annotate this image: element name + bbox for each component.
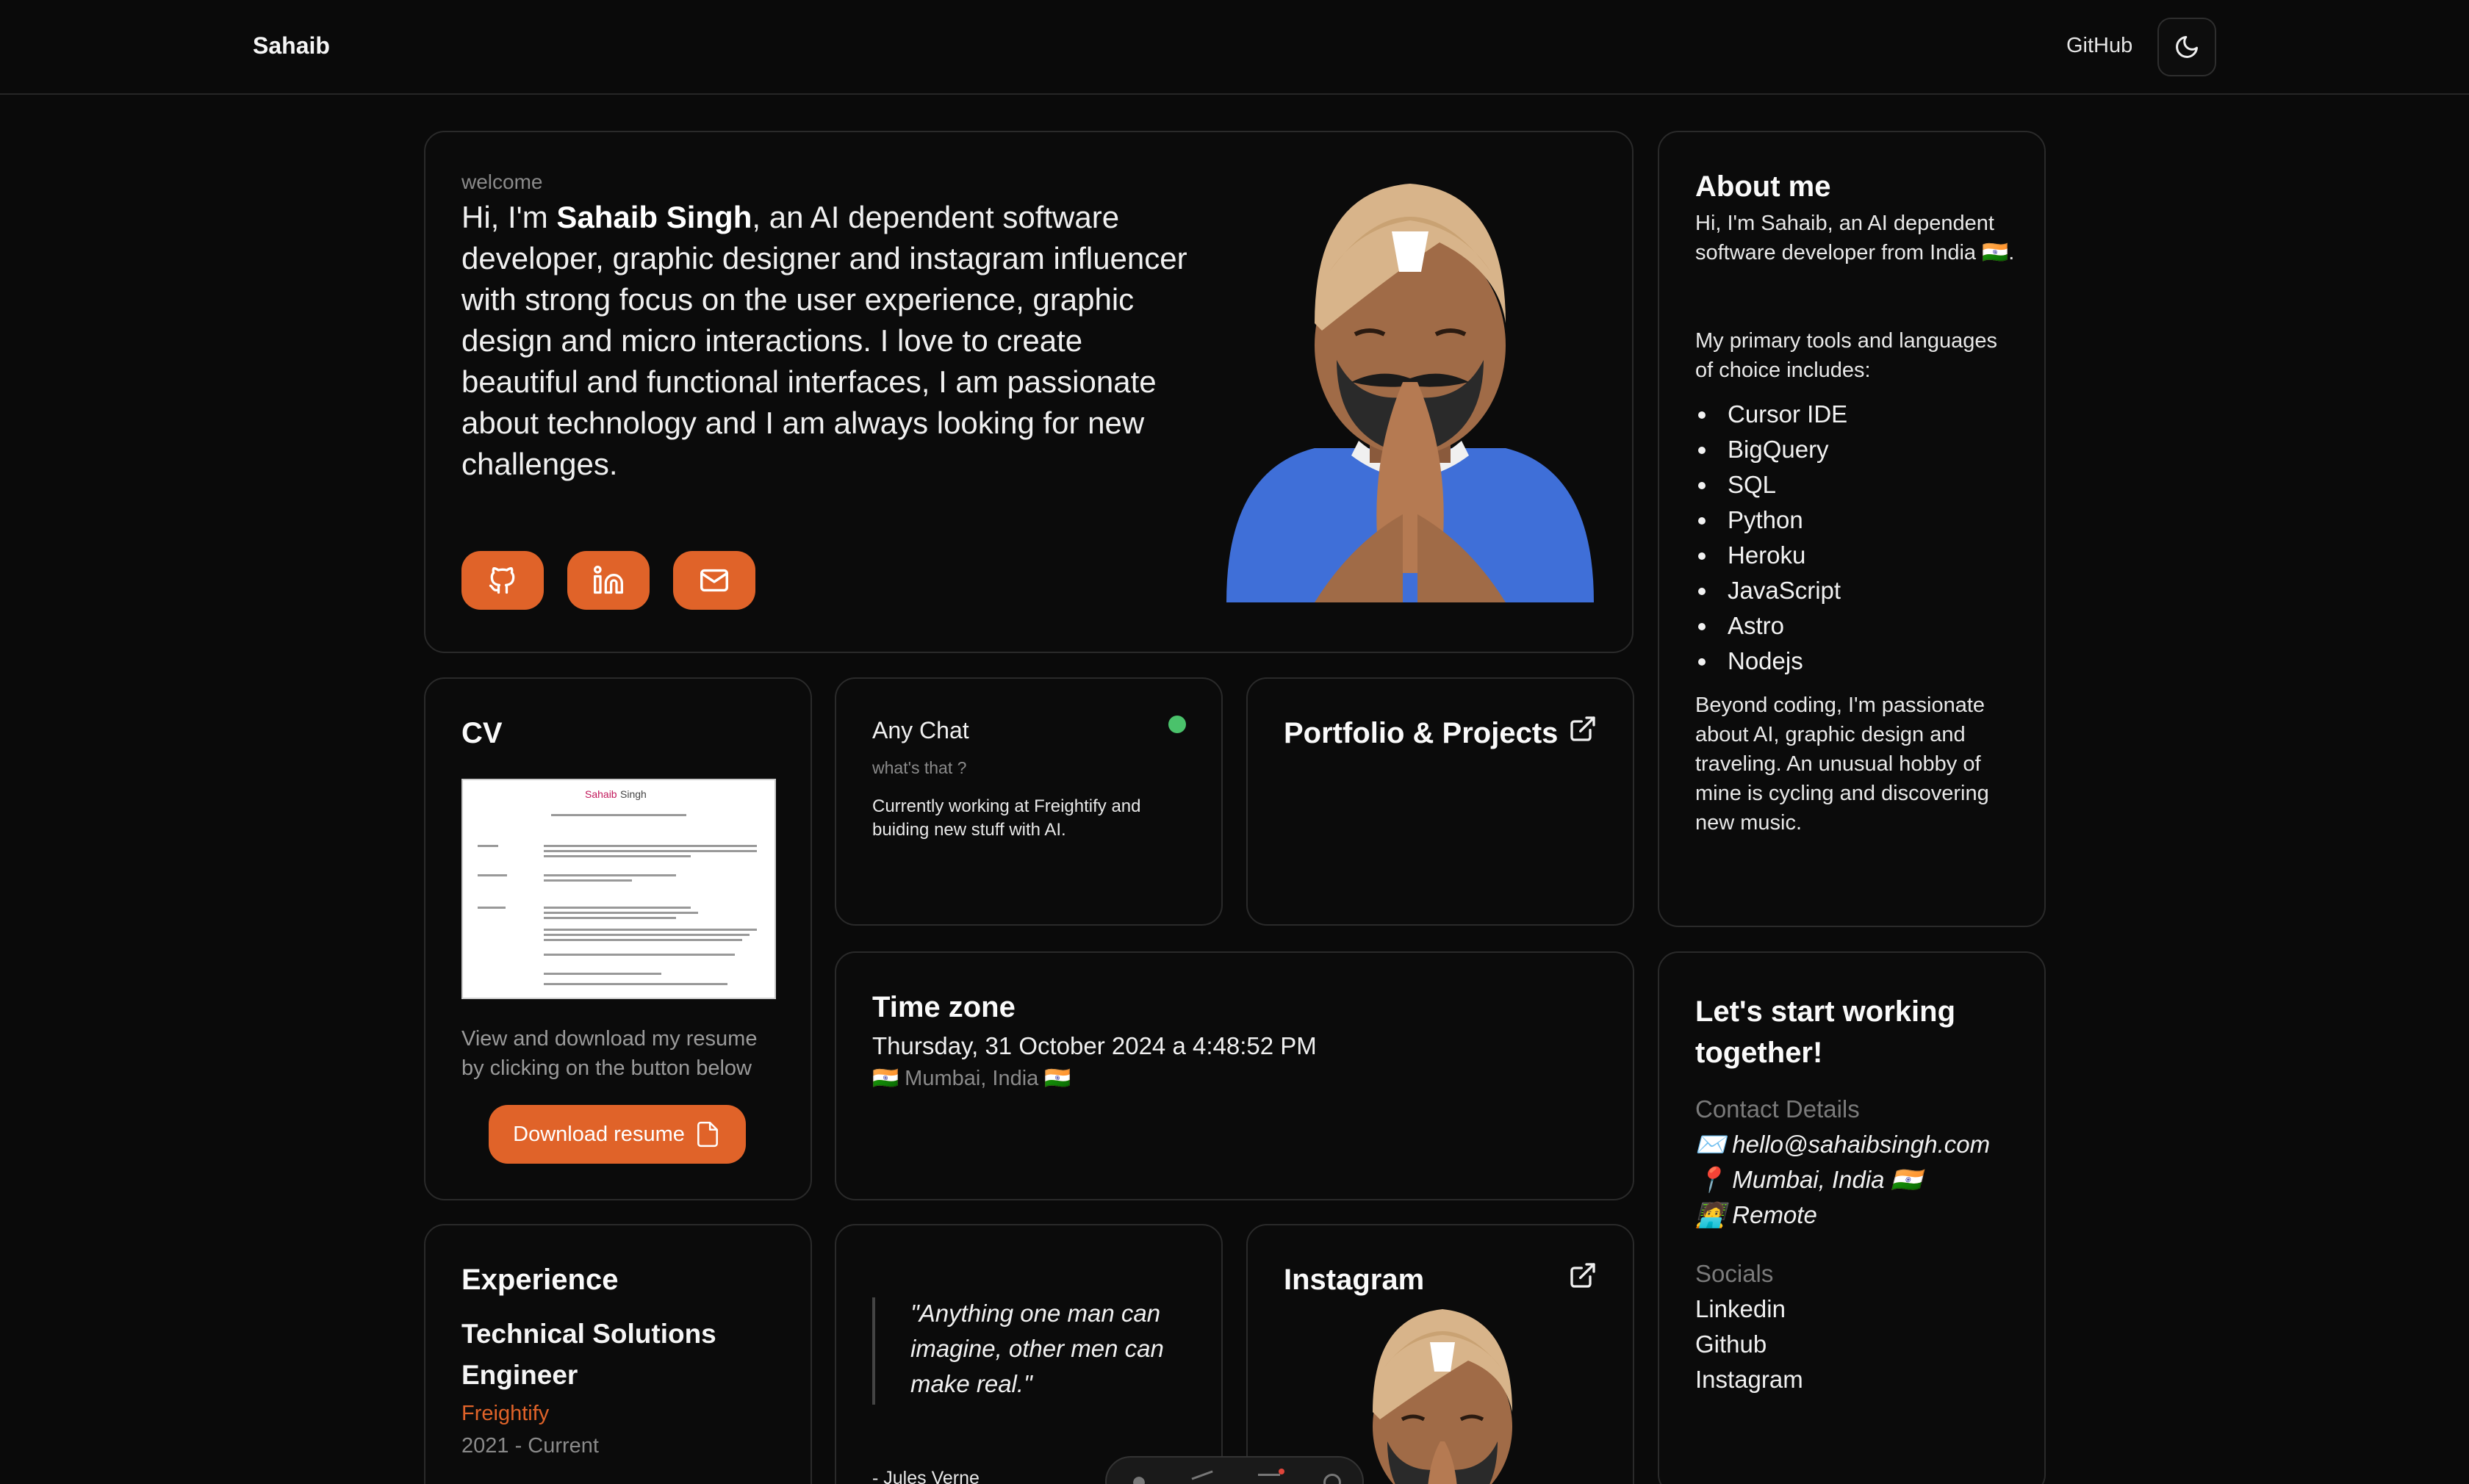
- moon-icon: [2176, 36, 2198, 58]
- contact-location: 📍 Mumbai, India 🇮🇳: [1695, 1166, 1922, 1193]
- cv-description: View and download my resume by clicking …: [461, 1027, 758, 1080]
- toolbar-tool-icon[interactable]: [1128, 1474, 1151, 1484]
- portfolio-title: Portfolio & Projects: [1284, 717, 1559, 749]
- about-card: About me Hi, I'm Sahaib, an AI dependent…: [1658, 131, 2046, 927]
- intro-prefix: Hi, I'm: [461, 200, 557, 234]
- instagram-title: Instagram: [1284, 1264, 1425, 1296]
- instagram-link[interactable]: Instagram: [1695, 1366, 1803, 1394]
- avatar-memoji-namaste: [1226, 184, 1594, 602]
- company-name: Freightify: [461, 1402, 550, 1425]
- cv-title: CV: [461, 717, 503, 749]
- chat-status-text: Currently working at Freightify and buid…: [872, 796, 1141, 840]
- timezone-location: 🇮🇳 Mumbai, India 🇮🇳: [872, 1067, 1071, 1090]
- timezone-title: Time zone: [872, 991, 1016, 1023]
- list-item: SQL: [1695, 467, 1847, 503]
- linkedin-link[interactable]: Linkedin: [1695, 1295, 1786, 1323]
- floating-toolbar[interactable]: [1105, 1456, 1364, 1484]
- list-item: Cursor IDE: [1695, 397, 1847, 432]
- theme-toggle-button[interactable]: [2157, 18, 2216, 76]
- any-chat-card[interactable]: Any Chat what's that ? Currently working…: [835, 677, 1223, 926]
- about-title: About me: [1695, 170, 1831, 203]
- cv-card: CV Sahaib Singh View and download my res…: [424, 677, 812, 1200]
- quote-card: "Anything one man can imagine, other men…: [835, 1224, 1223, 1484]
- github-link[interactable]: Github: [1695, 1330, 1767, 1358]
- intro-rest: , an AI dependent software developer, gr…: [461, 200, 1187, 481]
- list-item: Astro: [1695, 608, 1847, 644]
- portfolio-card[interactable]: Portfolio & Projects: [1246, 677, 1634, 926]
- brand-logo-text[interactable]: Sahaib: [253, 32, 330, 60]
- linkedin-button[interactable]: [567, 551, 650, 610]
- gear-icon[interactable]: [1323, 1474, 1341, 1484]
- external-link-icon[interactable]: [1568, 1261, 1598, 1290]
- email-button[interactable]: [673, 551, 755, 610]
- online-status-dot: [1168, 716, 1186, 733]
- job-role: Technical Solutions Engineer: [461, 1319, 716, 1390]
- quote-author: - Jules Verne: [872, 1468, 980, 1484]
- resume-thumbnail[interactable]: Sahaib Singh: [461, 779, 776, 999]
- list-item: JavaScript: [1695, 573, 1847, 608]
- timezone-card: Time zone Thursday, 31 October 2024 a 4:…: [835, 951, 1634, 1200]
- about-tools-intro: My primary tools and languages of choice…: [1695, 329, 1998, 382]
- github-nav-link[interactable]: GitHub: [2066, 34, 2132, 58]
- experience-title: Experience: [461, 1264, 619, 1296]
- download-resume-label: Download resume: [513, 1122, 685, 1146]
- about-intro: Hi, I'm Sahaib, an AI dependent software…: [1695, 212, 2015, 264]
- hero-intro: Hi, I'm Sahaib Singh, an AI dependent so…: [461, 197, 1196, 485]
- instagram-card[interactable]: Instagram: [1246, 1224, 1634, 1484]
- experience-card: Experience Technical Solutions Engineer …: [424, 1224, 812, 1484]
- contact-details-label: Contact Details: [1695, 1095, 1860, 1123]
- list-item: Heroku: [1695, 538, 1847, 573]
- resume-preview-image: Sahaib Singh: [478, 788, 757, 985]
- linkedin-icon: [594, 566, 623, 594]
- chat-title: Any Chat: [872, 717, 969, 743]
- tools-list: Cursor IDE BigQuery SQL Python Heroku Ja…: [1695, 397, 1847, 679]
- toolbar-tool-icon[interactable]: [1258, 1469, 1285, 1484]
- hero-social-buttons: [461, 551, 755, 610]
- file-icon: [697, 1121, 718, 1148]
- intro-name: Sahaib Singh: [556, 200, 752, 234]
- external-link-icon[interactable]: [1568, 714, 1598, 743]
- contact-remote: 🧑‍💻 Remote: [1695, 1201, 1817, 1228]
- contact-title: Let's start working together!: [1695, 995, 1956, 1069]
- list-item: Python: [1695, 503, 1847, 538]
- resume-name-first: Sahaib: [585, 788, 617, 800]
- socials-label: Socials: [1695, 1260, 1774, 1287]
- employment-years: 2021 - Current: [461, 1434, 599, 1458]
- quote-text: "Anything one man can imagine, other men…: [910, 1300, 1164, 1397]
- list-item: BigQuery: [1695, 432, 1847, 467]
- resume-name-last: Singh: [620, 788, 647, 800]
- chat-subtitle: what's that ?: [872, 758, 967, 777]
- toolbar-tool-icon[interactable]: [1191, 1470, 1218, 1484]
- quote-bar: [872, 1297, 875, 1405]
- mail-icon: [700, 569, 728, 592]
- contact-card: Let's start working together! Contact De…: [1658, 951, 2046, 1484]
- github-button[interactable]: [461, 551, 544, 610]
- avatar-memoji-small: [1373, 1309, 1512, 1484]
- contact-email[interactable]: ✉️ hello@sahaibsingh.com: [1695, 1131, 1990, 1159]
- about-outro: Beyond coding, I'm passionate about AI, …: [1695, 694, 1989, 835]
- list-item: Nodejs: [1695, 644, 1847, 679]
- welcome-label: welcome: [461, 170, 543, 193]
- hero-card: welcome Hi, I'm Sahaib Singh, an AI depe…: [424, 131, 1634, 653]
- current-datetime: Thursday, 31 October 2024 a 4:48:52 PM: [872, 1032, 1317, 1059]
- download-resume-button[interactable]: Download resume: [489, 1105, 746, 1164]
- top-navbar: Sahaib GitHub: [0, 0, 2469, 95]
- github-icon: [489, 566, 515, 594]
